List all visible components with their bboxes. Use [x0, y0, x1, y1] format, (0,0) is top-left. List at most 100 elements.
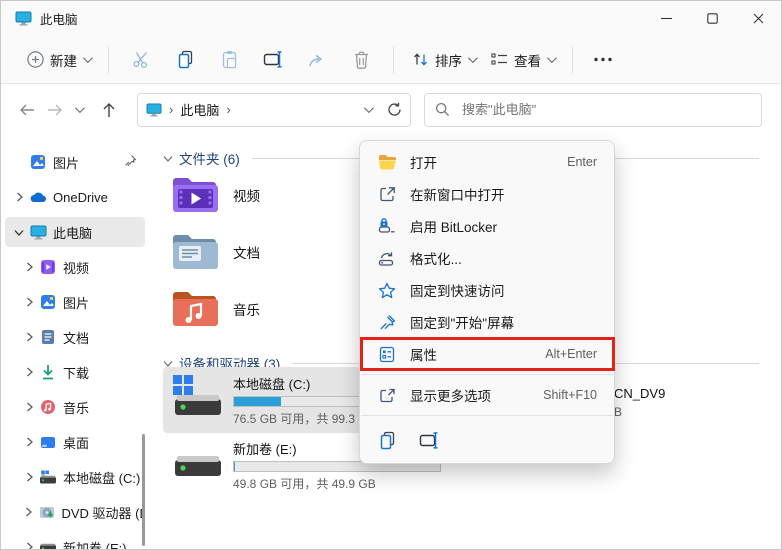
chevron-right-icon[interactable]	[21, 332, 37, 342]
menu-item-shortcut: Shift+F10	[543, 388, 597, 402]
menu-item-open-in-new-window[interactable]: 在新窗口中打开	[364, 178, 610, 210]
search-icon	[435, 102, 450, 117]
address-bar[interactable]: › 此电脑 ›	[137, 93, 411, 127]
toolbar-divider	[108, 47, 109, 73]
plus-circle-icon	[27, 51, 44, 68]
rename-button[interactable]	[414, 425, 444, 455]
chevron-right-icon[interactable]	[21, 542, 37, 550]
menu-item-open[interactable]: 打开 Enter	[364, 146, 610, 178]
computer-icon	[29, 225, 47, 240]
menu-item-format[interactable]: 格式化...	[364, 242, 610, 274]
menu-item-show-more-options[interactable]: 显示更多选项 Shift+F10	[364, 379, 610, 411]
breadcrumb: › 此电脑 ›	[146, 100, 364, 119]
recent-locations-button[interactable]	[69, 95, 87, 125]
documents-icon	[39, 329, 57, 345]
navigation-bar: › 此电脑 ›	[1, 85, 781, 134]
music-icon	[39, 399, 57, 415]
sidebar-item-downloads[interactable]: 下载	[5, 357, 145, 387]
chevron-down-icon	[468, 53, 478, 63]
maximize-button[interactable]	[689, 1, 735, 36]
chevron-right-icon[interactable]	[21, 507, 36, 517]
sidebar-item-dvd-drive-d[interactable]: DVD 驱动器 (D	[5, 497, 145, 527]
sidebar-item-label: 此电脑	[53, 223, 92, 242]
folder-tile-documents[interactable]: 文档	[163, 227, 363, 277]
folder-tile-music[interactable]: 音乐	[163, 284, 363, 334]
refresh-button[interactable]	[387, 102, 402, 117]
address-dropdown-icon[interactable]	[364, 103, 374, 113]
forward-button[interactable]	[41, 95, 69, 125]
chevron-right-icon[interactable]	[21, 297, 37, 307]
window-title: 此电脑	[40, 9, 78, 28]
sidebar-item-label: OneDrive	[53, 190, 108, 205]
sidebar-item-desktop[interactable]: 桌面	[5, 427, 145, 457]
chevron-right-icon[interactable]	[11, 192, 27, 202]
cut-button[interactable]	[119, 43, 163, 77]
sidebar-item-local-disk-c[interactable]: 本地磁盘 (C:)	[5, 462, 145, 492]
chevron-right-icon[interactable]	[21, 367, 37, 377]
file-explorer-window: 此电脑 新建	[0, 0, 782, 550]
sidebar-item-label: 视频	[63, 258, 89, 277]
chevron-down-icon[interactable]	[11, 229, 27, 236]
breadcrumb-item-this-pc[interactable]: 此电脑	[180, 100, 219, 119]
menu-separator	[361, 374, 613, 375]
search-input[interactable]	[460, 101, 751, 118]
back-button[interactable]	[13, 95, 41, 125]
show-more-icon	[377, 387, 397, 404]
drive-capacity-text: 49.8 GB 可用，共 49.9 GB	[233, 475, 441, 492]
search-box[interactable]	[424, 93, 762, 127]
sidebar-item-music[interactable]: 音乐	[5, 392, 145, 422]
computer-icon	[146, 103, 162, 117]
drive-windows-icon	[39, 470, 57, 485]
more-options-button[interactable]	[583, 57, 623, 62]
share-icon	[307, 51, 327, 69]
chevron-down-icon	[547, 53, 557, 63]
copy-icon	[176, 50, 195, 69]
folder-tile-videos[interactable]: 视频	[163, 170, 363, 220]
sidebar-item-label: 文档	[63, 328, 89, 347]
up-button[interactable]	[95, 95, 123, 125]
context-menu: 打开 Enter 在新窗口中打开 启用 BitLocker 格式化...	[359, 140, 615, 464]
sidebar-item-new-volume-e[interactable]: 新加卷 (E:)	[5, 532, 145, 550]
paste-button[interactable]	[207, 43, 251, 77]
menu-item-properties[interactable]: 属性 Alt+Enter	[364, 338, 610, 370]
sidebar-item-pictures-pinned[interactable]: 图片	[5, 147, 145, 177]
ellipsis-icon	[593, 57, 613, 62]
copy-button[interactable]	[163, 43, 207, 77]
menu-item-label: 固定到快速访问	[410, 280, 584, 300]
open-folder-icon	[377, 154, 397, 170]
chevron-right-icon[interactable]	[21, 402, 37, 412]
chevron-down-icon[interactable]	[163, 360, 173, 367]
dvd-drive-capacity-fragment: B	[614, 405, 665, 419]
pin-icon	[124, 154, 137, 167]
share-button[interactable]	[295, 43, 339, 77]
sort-button[interactable]: 排序	[404, 44, 483, 76]
rename-button[interactable]	[251, 43, 295, 77]
sidebar-item-videos[interactable]: 视频	[5, 252, 145, 282]
close-button[interactable]	[735, 1, 781, 36]
videos-folder-icon	[171, 174, 221, 216]
downloads-icon	[39, 364, 57, 380]
properties-icon	[377, 346, 397, 363]
menu-item-pin-to-start[interactable]: 固定到"开始"屏幕	[364, 306, 610, 338]
new-button[interactable]: 新建	[19, 44, 98, 76]
menu-separator	[361, 415, 613, 416]
chevron-right-icon[interactable]	[21, 472, 37, 482]
videos-icon	[39, 259, 57, 275]
sidebar-scrollbar[interactable]	[142, 434, 145, 546]
chevron-right-icon[interactable]	[21, 262, 37, 272]
sidebar-item-pictures[interactable]: 图片	[5, 287, 145, 317]
sidebar-item-this-pc[interactable]: 此电脑	[5, 217, 145, 247]
chevron-right-icon[interactable]	[21, 437, 37, 447]
view-button[interactable]: 查看	[483, 44, 562, 76]
rename-icon	[263, 50, 284, 69]
delete-button[interactable]	[339, 43, 383, 77]
minimize-button[interactable]	[643, 1, 689, 36]
chevron-down-icon[interactable]	[163, 155, 173, 162]
trash-icon	[353, 50, 370, 69]
menu-item-enable-bitlocker[interactable]: 启用 BitLocker	[364, 210, 610, 242]
sidebar-item-onedrive[interactable]: OneDrive	[5, 182, 145, 212]
dvd-drive-tile-fragment[interactable]: CN_DV9 B	[614, 386, 665, 419]
copy-button[interactable]	[372, 425, 402, 455]
menu-item-pin-to-quick-access[interactable]: 固定到快速访问	[364, 274, 610, 306]
sidebar-item-documents[interactable]: 文档	[5, 322, 145, 352]
